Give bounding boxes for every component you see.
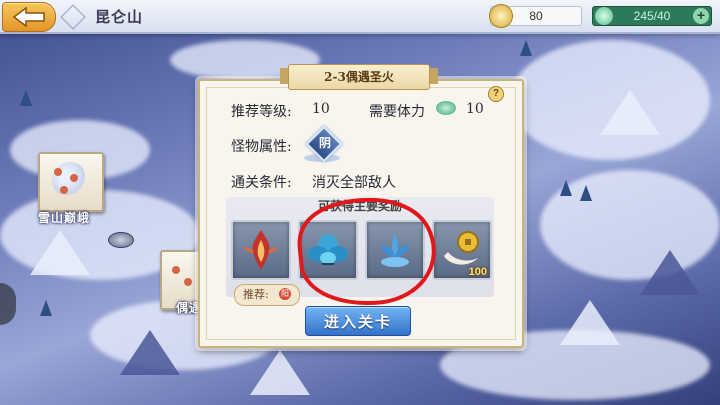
recommended-level-value: 10 (312, 101, 330, 117)
map-title: 昆仑山 (95, 8, 144, 26)
map-waypoint-icon[interactable] (108, 232, 134, 248)
gold-counter: 80 (489, 4, 582, 28)
blue-lotus-icon (381, 234, 409, 267)
enter-stage-button[interactable]: 进入关卡 (305, 306, 411, 336)
stage-node-label: 雪山巅峨 (38, 211, 91, 225)
stage-node-snow-peak[interactable] (38, 152, 104, 212)
reward-title: 可获得主要奖励 (317, 199, 402, 213)
recommend-label: 推荐: (243, 288, 269, 301)
recommend-attribute-icon: 阳 (279, 288, 291, 300)
back-arrow-icon (12, 7, 45, 27)
reward-slot[interactable] (365, 220, 425, 280)
reward-slot[interactable] (231, 220, 291, 280)
help-button[interactable]: ? (488, 86, 504, 102)
stamina-required-label: 需要体力 (369, 104, 425, 120)
gold-ingot-icon (489, 4, 513, 28)
stamina-leaf-icon (436, 101, 456, 115)
top-bar: 昆仑山 80 245/40 + (0, 0, 720, 34)
monster-attribute-label: 怪物属性: (231, 139, 292, 155)
clear-condition-value: 消灭全部敌人 (312, 175, 396, 191)
reward-count: 100 (468, 266, 487, 278)
gold-value: 80 (529, 9, 543, 23)
flame-emblem-icon (244, 230, 278, 270)
attribute-value: 阴 (318, 136, 331, 150)
stamina-counter: 245/40 + (592, 6, 712, 26)
recommend-badge: 推荐: 阳 (234, 284, 300, 306)
reward-slot[interactable]: 100 (432, 220, 492, 280)
add-stamina-button[interactable]: + (693, 8, 709, 24)
reward-slot[interactable] (298, 220, 358, 280)
title-ornament-icon (60, 4, 86, 30)
stamina-required-value: 10 (466, 101, 484, 117)
back-button[interactable] (2, 2, 56, 32)
recommended-level-label: 推荐等级: (231, 104, 292, 120)
stamina-icon (595, 7, 613, 25)
blue-flower-icon (308, 234, 348, 265)
clear-condition-label: 通关条件: (231, 175, 292, 191)
stage-title: 2-3偶遇圣火 (288, 64, 430, 90)
stamina-value: 245/40 (633, 9, 671, 23)
